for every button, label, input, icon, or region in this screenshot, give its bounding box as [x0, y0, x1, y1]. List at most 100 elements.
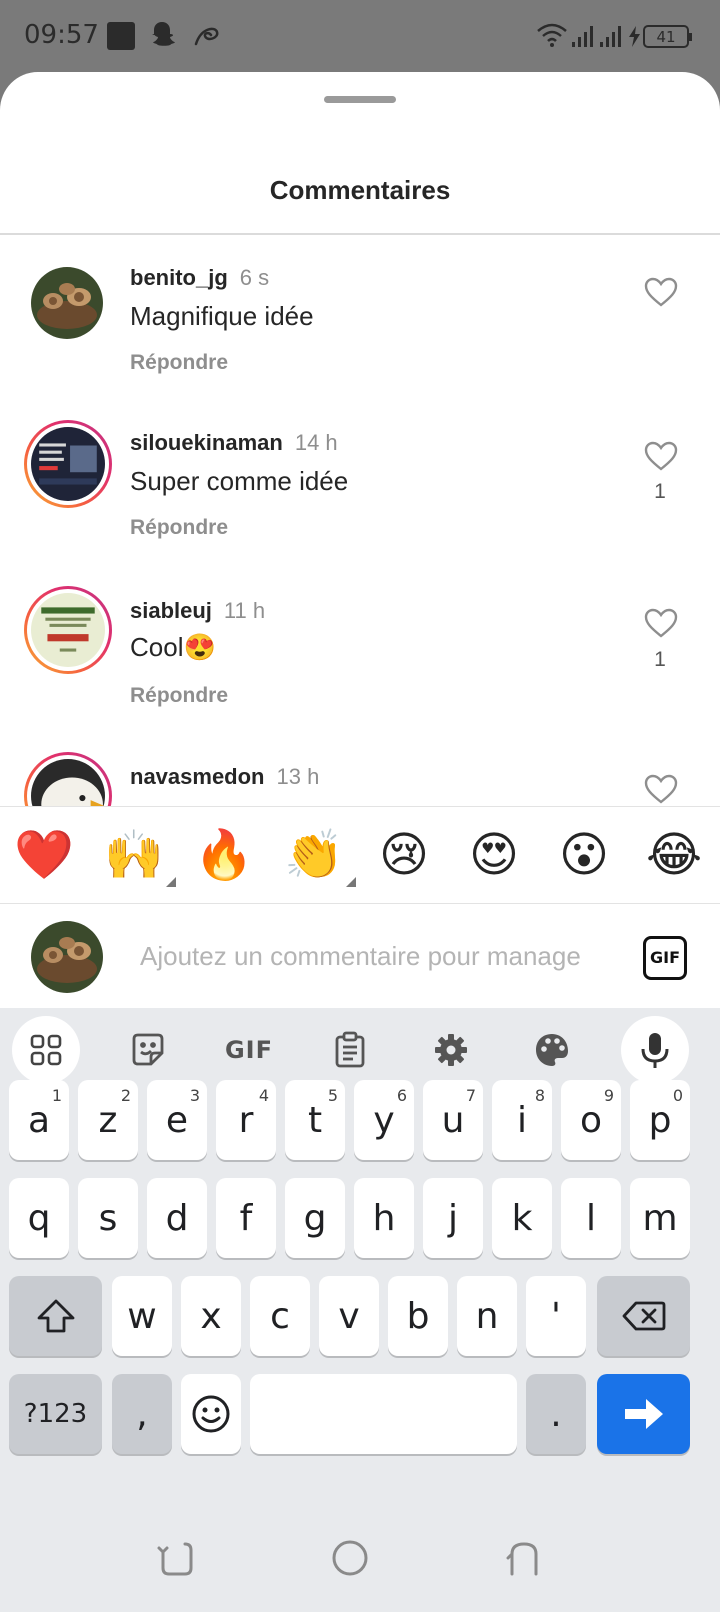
- key-k[interactable]: k: [492, 1178, 552, 1258]
- backspace-key[interactable]: [597, 1276, 690, 1356]
- comment-username[interactable]: benito_jg 6 s: [130, 265, 269, 291]
- wifi-icon: [537, 23, 567, 47]
- palette-icon[interactable]: [518, 1016, 586, 1084]
- key-r[interactable]: r4: [216, 1080, 276, 1160]
- skin-tone-indicator-icon: [166, 877, 176, 887]
- comment-username[interactable]: silouekinaman 14 h: [130, 430, 338, 456]
- key-d[interactable]: d: [147, 1178, 207, 1258]
- comment-text: Cool😍: [130, 632, 216, 662]
- key-j[interactable]: j: [423, 1178, 483, 1258]
- avatar[interactable]: [31, 267, 103, 339]
- key-a[interactable]: a1: [9, 1080, 69, 1160]
- sheet-drag-handle[interactable]: [324, 96, 396, 103]
- comment-username[interactable]: navasmedon 13 h: [130, 764, 319, 790]
- sheet-title: Commentaires: [269, 175, 451, 205]
- signal-icon: [572, 26, 593, 47]
- period-key[interactable]: .: [526, 1374, 586, 1454]
- reaction-clapping[interactable]: 👏: [280, 821, 356, 889]
- comment-item: silouekinaman 14 h Super comme idée Répon…: [0, 400, 720, 568]
- comment-time: 14 h: [294, 430, 338, 455]
- status-time: 09:57: [24, 20, 99, 50]
- like-heart-icon[interactable]: [644, 608, 678, 638]
- key-v[interactable]: v: [319, 1276, 379, 1356]
- key-q[interactable]: q: [9, 1178, 69, 1258]
- emoji-key[interactable]: [181, 1374, 241, 1454]
- key-h[interactable]: h: [354, 1178, 414, 1258]
- key-c[interactable]: c: [250, 1276, 310, 1356]
- key-t[interactable]: t5: [285, 1080, 345, 1160]
- gif-button[interactable]: GIF: [643, 936, 687, 980]
- key-apostrophe[interactable]: ': [526, 1276, 586, 1356]
- status-right-icons: 41: [537, 23, 692, 48]
- reaction-surprised[interactable]: 😮: [550, 821, 618, 889]
- like-heart-icon[interactable]: [644, 774, 678, 804]
- comment-item: benito_jg 6 s Magnifique idée Répondre: [0, 235, 720, 403]
- clipboard-icon[interactable]: [316, 1016, 384, 1084]
- microphone-icon[interactable]: [621, 1016, 689, 1084]
- home-circle-icon[interactable]: [328, 1536, 372, 1580]
- space-bar[interactable]: [250, 1374, 517, 1454]
- key-s[interactable]: s: [78, 1178, 138, 1258]
- recents-icon[interactable]: [155, 1536, 199, 1580]
- reaction-crying[interactable]: 😢: [370, 821, 438, 889]
- key-x[interactable]: x: [181, 1276, 241, 1356]
- reaction-fire[interactable]: 🔥: [190, 821, 258, 889]
- like-count: 1: [654, 480, 666, 503]
- battery-icon: 41: [643, 25, 692, 48]
- key-o[interactable]: o9: [561, 1080, 621, 1160]
- key-y[interactable]: y6: [354, 1080, 414, 1160]
- key-m[interactable]: m: [630, 1178, 690, 1258]
- key-z[interactable]: z2: [78, 1080, 138, 1160]
- charging-bolt-icon: [629, 26, 640, 47]
- apps-grid-icon[interactable]: [12, 1016, 80, 1084]
- reply-button[interactable]: Répondre: [130, 351, 228, 375]
- settings-gear-icon[interactable]: [417, 1016, 485, 1084]
- key-e[interactable]: e3: [147, 1080, 207, 1160]
- send-arrow-icon: [624, 1399, 663, 1429]
- key-w[interactable]: w: [112, 1276, 172, 1356]
- key-i[interactable]: i8: [492, 1080, 552, 1160]
- reaction-heart-eyes[interactable]: 😍: [460, 821, 528, 889]
- reaction-heart[interactable]: ❤️: [10, 821, 78, 889]
- key-u[interactable]: u7: [423, 1080, 483, 1160]
- signal-icon: [600, 26, 621, 47]
- avatar[interactable]: [24, 586, 112, 674]
- key-b[interactable]: b: [388, 1276, 448, 1356]
- swirl-icon: [194, 27, 219, 46]
- key-n[interactable]: n: [457, 1276, 517, 1356]
- avatar: [31, 921, 103, 993]
- comment-time: 11 h: [223, 598, 266, 623]
- like-heart-icon[interactable]: [644, 277, 678, 307]
- key-g[interactable]: g: [285, 1178, 345, 1258]
- like-count: 1: [654, 648, 666, 671]
- key-p[interactable]: p0: [630, 1080, 690, 1160]
- app-square-icon: [107, 22, 135, 50]
- shift-arrow-icon: [37, 1299, 74, 1333]
- symbols-key[interactable]: ?123: [9, 1374, 102, 1454]
- comments-list[interactable]: benito_jg 6 s Magnifique idée Répondre s…: [0, 235, 720, 878]
- reaction-laughing[interactable]: 😂: [640, 821, 708, 889]
- comment-composer: GIF: [0, 904, 720, 1008]
- comma-key[interactable]: ,: [112, 1374, 172, 1454]
- avatar[interactable]: [24, 420, 112, 508]
- backspace-icon: [622, 1301, 665, 1331]
- reply-button[interactable]: Répondre: [130, 684, 228, 708]
- reaction-raised-hands[interactable]: 🙌: [100, 821, 176, 889]
- like-heart-icon[interactable]: [644, 441, 678, 471]
- comment-time: 6 s: [239, 265, 270, 290]
- svg-text:41: 41: [656, 28, 675, 46]
- key-f[interactable]: f: [216, 1178, 276, 1258]
- gif-keyboard-button[interactable]: GIF: [215, 1016, 283, 1084]
- send-key[interactable]: [597, 1374, 690, 1454]
- shift-key[interactable]: [9, 1276, 102, 1356]
- comment-username[interactable]: siableuj 11 h: [130, 598, 265, 624]
- quick-reactions-bar: ❤️ 🙌 🔥 👏 😢 😍 😮 😂: [0, 806, 720, 904]
- skin-tone-indicator-icon: [346, 877, 356, 887]
- back-icon[interactable]: [502, 1536, 546, 1580]
- comment-input[interactable]: [140, 934, 610, 978]
- key-l[interactable]: l: [561, 1178, 621, 1258]
- reply-button[interactable]: Répondre: [130, 516, 228, 540]
- status-bar: 09:57 41: [0, 0, 720, 72]
- snapchat-ghost-icon: [152, 22, 175, 46]
- sticker-icon[interactable]: [114, 1016, 182, 1084]
